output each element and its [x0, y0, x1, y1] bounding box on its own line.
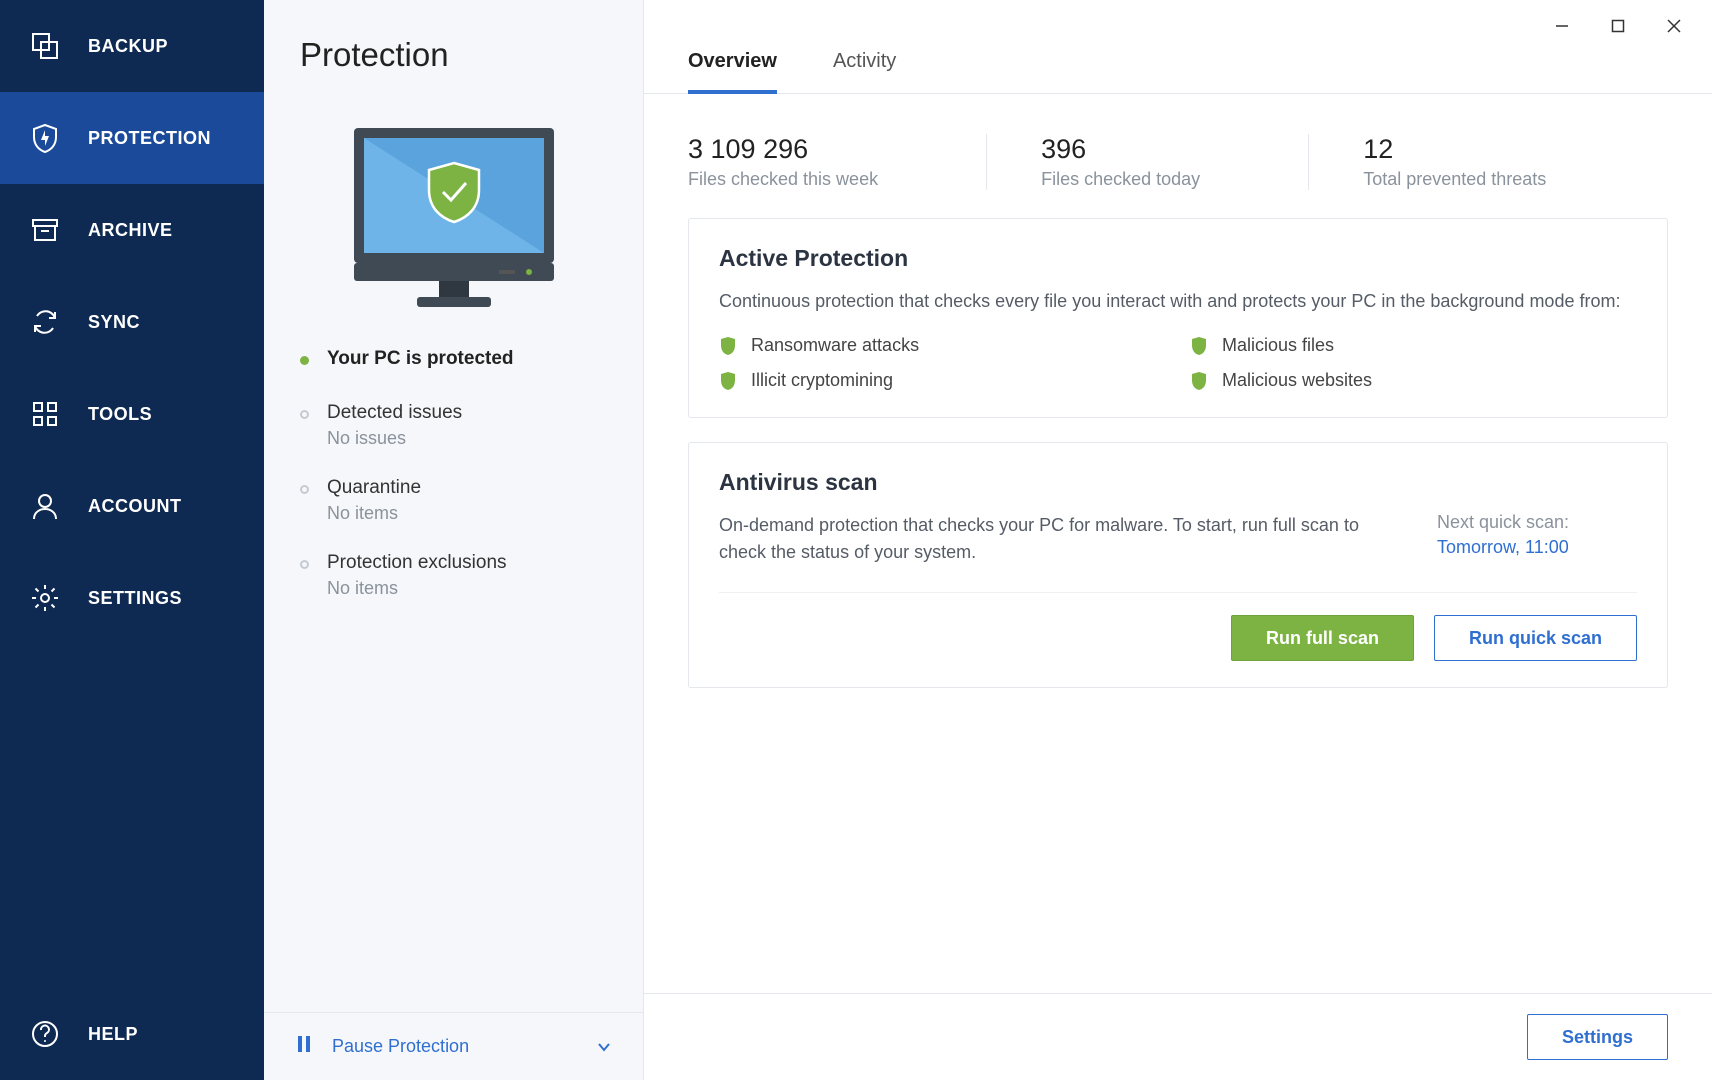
- tools-icon: [28, 397, 62, 431]
- threat-item: Malicious websites: [1190, 370, 1637, 391]
- threat-label: Illicit cryptomining: [751, 370, 893, 391]
- stat-label: Files checked this week: [688, 169, 878, 190]
- threat-label: Malicious files: [1222, 335, 1334, 356]
- stats-row: 3 109 296 Files checked this week 396 Fi…: [644, 94, 1712, 218]
- status-quarantine[interactable]: Quarantine No items: [300, 477, 607, 524]
- sidebar-item-tools[interactable]: TOOLS: [0, 368, 264, 460]
- status-dot-empty-icon: [300, 410, 309, 419]
- threat-item: Malicious files: [1190, 335, 1637, 356]
- chevron-down-icon: [597, 1036, 611, 1057]
- sidebar-item-label: TOOLS: [88, 404, 152, 425]
- shield-mini-icon: [719, 371, 737, 391]
- threat-label: Ransomware attacks: [751, 335, 919, 356]
- sidebar-item-label: PROTECTION: [88, 128, 211, 149]
- threat-item: Illicit cryptomining: [719, 370, 1166, 391]
- status-item-sub: No issues: [327, 428, 462, 449]
- sidebar: BACKUP PROTECTION ARCHIVE SYNC TOOLS ACC…: [0, 0, 264, 1080]
- tab-activity[interactable]: Activity: [833, 32, 896, 93]
- archive-icon: [28, 213, 62, 247]
- stat-label: Total prevented threats: [1363, 169, 1546, 190]
- tabs: Overview Activity: [644, 32, 1712, 94]
- help-icon: [28, 1017, 62, 1051]
- status-item-title: Quarantine: [327, 477, 421, 499]
- status-list: Your PC is protected Detected issues No …: [264, 348, 643, 627]
- shield-mini-icon: [1190, 336, 1208, 356]
- run-quick-scan-button[interactable]: Run quick scan: [1434, 615, 1637, 661]
- status-dot-empty-icon: [300, 485, 309, 494]
- status-item-sub: No items: [327, 503, 421, 524]
- card-description: On-demand protection that checks your PC…: [719, 512, 1389, 566]
- run-full-scan-button[interactable]: Run full scan: [1231, 615, 1414, 661]
- shield-mini-icon: [719, 336, 737, 356]
- sidebar-item-label: ACCOUNT: [88, 496, 182, 517]
- sidebar-item-label: SETTINGS: [88, 588, 182, 609]
- stat-label: Files checked today: [1041, 169, 1200, 190]
- sidebar-item-label: BACKUP: [88, 36, 168, 57]
- shield-mini-icon: [1190, 371, 1208, 391]
- status-primary: Your PC is protected: [300, 348, 607, 374]
- sidebar-item-backup[interactable]: BACKUP: [0, 0, 264, 92]
- status-dot-empty-icon: [300, 560, 309, 569]
- next-scan-label: Next quick scan:: [1437, 512, 1637, 533]
- card-description: Continuous protection that checks every …: [719, 288, 1637, 315]
- status-item-title: Detected issues: [327, 402, 462, 424]
- next-scan-value[interactable]: Tomorrow, 11:00: [1437, 537, 1637, 558]
- sync-icon: [28, 305, 62, 339]
- card-title: Active Protection: [719, 245, 1637, 272]
- card-title: Antivirus scan: [719, 469, 1637, 496]
- monitor-illustration: [264, 98, 643, 348]
- threat-item: Ransomware attacks: [719, 335, 1166, 356]
- sidebar-item-help[interactable]: HELP: [0, 988, 264, 1080]
- status-item-title: Protection exclusions: [327, 552, 507, 574]
- account-icon: [28, 489, 62, 523]
- status-exclusions[interactable]: Protection exclusions No items: [300, 552, 607, 599]
- gear-icon: [28, 581, 62, 615]
- stat-value: 12: [1363, 134, 1546, 165]
- main-content: Overview Activity 3 109 296 Files checke…: [644, 0, 1712, 1080]
- status-primary-label: Your PC is protected: [327, 348, 514, 370]
- tab-overview[interactable]: Overview: [688, 32, 777, 93]
- stat-files-today: 396 Files checked today: [986, 134, 1254, 190]
- stat-value: 396: [1041, 134, 1200, 165]
- backup-icon: [28, 29, 62, 63]
- antivirus-scan-card: Antivirus scan On-demand protection that…: [688, 442, 1668, 688]
- pause-label: Pause Protection: [332, 1036, 469, 1057]
- threat-label: Malicious websites: [1222, 370, 1372, 391]
- protection-status-panel: Protection Your PC is protected Detected…: [264, 0, 644, 1080]
- sidebar-item-account[interactable]: ACCOUNT: [0, 460, 264, 552]
- stat-prevented-threats: 12 Total prevented threats: [1308, 134, 1600, 190]
- active-protection-card: Active Protection Continuous protection …: [688, 218, 1668, 418]
- sidebar-item-settings[interactable]: SETTINGS: [0, 552, 264, 644]
- sidebar-item-sync[interactable]: SYNC: [0, 276, 264, 368]
- threat-list: Ransomware attacks Malicious files Illic…: [719, 335, 1637, 391]
- sidebar-item-archive[interactable]: ARCHIVE: [0, 184, 264, 276]
- settings-button[interactable]: Settings: [1527, 1014, 1668, 1060]
- stat-files-week: 3 109 296 Files checked this week: [688, 134, 932, 190]
- status-dot-green-icon: [300, 356, 309, 365]
- sidebar-item-label: SYNC: [88, 312, 140, 333]
- sidebar-item-protection[interactable]: PROTECTION: [0, 92, 264, 184]
- sidebar-item-label: HELP: [88, 1024, 138, 1045]
- status-detected-issues[interactable]: Detected issues No issues: [300, 402, 607, 449]
- page-title: Protection: [264, 36, 643, 98]
- sidebar-item-label: ARCHIVE: [88, 220, 173, 241]
- status-item-sub: No items: [327, 578, 507, 599]
- pause-icon: [296, 1035, 312, 1058]
- content-footer: Settings: [644, 993, 1712, 1080]
- stat-value: 3 109 296: [688, 134, 878, 165]
- pause-protection-dropdown[interactable]: Pause Protection: [264, 1012, 643, 1080]
- shield-icon: [28, 121, 62, 155]
